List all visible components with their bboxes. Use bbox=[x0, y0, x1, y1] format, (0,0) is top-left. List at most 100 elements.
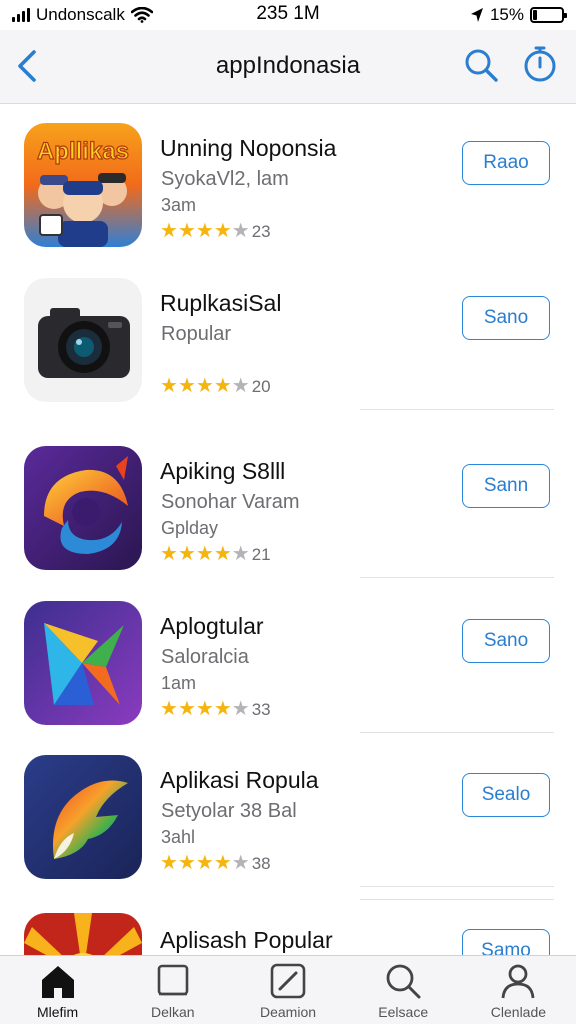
star-filled-icon: ★ bbox=[213, 543, 232, 565]
app-title[interactable]: Unning Noponsia bbox=[160, 135, 336, 162]
star-icons: ★★★★★ bbox=[160, 376, 250, 397]
star-icons: ★★★★★ bbox=[160, 221, 250, 242]
person-icon bbox=[502, 964, 535, 999]
rating-count: 38 bbox=[251, 853, 271, 873]
back-chevron-icon[interactable] bbox=[10, 46, 46, 86]
get-app-button[interactable]: Sano bbox=[462, 619, 550, 663]
navigation-bar: appIndonasia bbox=[0, 30, 576, 104]
app-row[interactable]: Apiking S8lll Sonohar Varam Gplday ★★★★★… bbox=[0, 428, 576, 578]
row-divider bbox=[360, 577, 554, 578]
app-list: Apllikas Unning Noponsia SyokaVl2, lam 3… bbox=[0, 105, 576, 955]
tab-search[interactable]: Eelsace bbox=[346, 956, 461, 1024]
star-filled-icon: ★ bbox=[213, 852, 232, 874]
app-icon-colorful-x[interactable] bbox=[24, 601, 142, 725]
app-title[interactable]: Aplikasi Ropula bbox=[160, 767, 319, 794]
app-subtitle: Ropular bbox=[161, 323, 232, 345]
star-filled-icon: ★ bbox=[195, 220, 214, 242]
star-filled-icon: ★ bbox=[160, 852, 178, 874]
row-divider bbox=[360, 409, 554, 410]
get-app-button[interactable]: Sealo bbox=[462, 773, 550, 817]
star-filled-icon: ★ bbox=[213, 698, 232, 720]
star-filled-icon: ★ bbox=[160, 543, 178, 565]
app-title[interactable]: Aplogtular bbox=[160, 613, 264, 640]
app-meta: Gplday bbox=[161, 518, 219, 538]
edit-icon bbox=[270, 963, 306, 999]
wifi-icon bbox=[130, 7, 153, 23]
tab-edit[interactable]: Deamion bbox=[230, 956, 345, 1024]
app-row[interactable]: RuplkasiSal Ropular ★★★★★ 20 Sano bbox=[0, 260, 576, 410]
rating-count: 33 bbox=[251, 699, 271, 719]
star-filled-icon: ★ bbox=[213, 220, 232, 242]
signal-icon bbox=[12, 8, 30, 22]
battery-level bbox=[533, 10, 538, 20]
location-arrow-icon bbox=[470, 8, 483, 22]
star-filled-icon: ★ bbox=[177, 220, 196, 242]
app-meta: 3am bbox=[161, 195, 197, 215]
app-title[interactable]: Apiking S8lll bbox=[160, 458, 285, 485]
tab-home[interactable]: Mlefim bbox=[0, 956, 115, 1024]
star-empty-icon: ★ bbox=[231, 375, 250, 397]
rating-stars: ★★★★★ 33 bbox=[160, 699, 271, 720]
app-subtitle: SyokaVl2, lam bbox=[161, 168, 289, 190]
app-icon-rainbow-f[interactable] bbox=[24, 755, 142, 879]
star-icons: ★★★★★ bbox=[160, 699, 250, 720]
search-icon[interactable] bbox=[462, 46, 500, 84]
app-subtitle: Saloralcia bbox=[161, 646, 249, 668]
star-filled-icon: ★ bbox=[195, 698, 214, 720]
get-app-button[interactable]: Sano bbox=[462, 296, 550, 340]
tab-saved[interactable]: Delkan bbox=[115, 956, 230, 1024]
search-icon bbox=[386, 964, 421, 999]
stopwatch-icon[interactable] bbox=[522, 44, 558, 84]
star-filled-icon: ★ bbox=[177, 543, 196, 565]
app-icon-sunburst[interactable] bbox=[24, 913, 142, 955]
app-title[interactable]: RuplkasiSal bbox=[160, 290, 281, 317]
star-filled-icon: ★ bbox=[195, 852, 214, 874]
home-icon bbox=[41, 966, 74, 998]
star-empty-icon: ★ bbox=[231, 220, 250, 242]
star-filled-icon: ★ bbox=[160, 220, 178, 242]
app-icon-cartoon-characters[interactable]: Apllikas bbox=[24, 123, 142, 247]
app-subtitle: Sonohar Varam bbox=[161, 491, 300, 513]
star-empty-icon: ★ bbox=[231, 852, 250, 874]
tab-profile[interactable]: Clenlade bbox=[461, 956, 576, 1024]
carrier-name: Undonscalk bbox=[36, 5, 125, 24]
row-divider bbox=[360, 899, 554, 900]
app-subtitle: Setyolar 38 Bal bbox=[161, 800, 297, 822]
tab-label: Eelsace bbox=[378, 1004, 429, 1020]
star-filled-icon: ★ bbox=[177, 375, 196, 397]
tab-bar: Mlefim Delkan Deamion Eelsace Clenlade bbox=[0, 955, 576, 1024]
get-app-button[interactable]: Raao bbox=[462, 141, 550, 185]
battery-percent: 15% bbox=[489, 5, 524, 24]
rating-stars: ★★★★★ 21 bbox=[160, 544, 271, 565]
rating-count: 21 bbox=[251, 544, 271, 564]
bookmark-icon bbox=[157, 964, 189, 996]
app-row[interactable]: Aplikasi Ropula Setyolar 38 Bal 3ahl ★★★… bbox=[0, 737, 576, 887]
star-empty-icon: ★ bbox=[231, 543, 250, 565]
star-filled-icon: ★ bbox=[177, 852, 196, 874]
star-icons: ★★★★★ bbox=[160, 853, 250, 874]
app-row[interactable]: Aplogtular Saloralcia 1am ★★★★★ 33 Sano bbox=[0, 583, 576, 733]
get-app-button[interactable]: Sann bbox=[462, 464, 550, 508]
battery-icon bbox=[530, 7, 567, 23]
app-icon-logo-text: Apllikas bbox=[37, 138, 129, 165]
rating-stars: ★★★★★ 20 bbox=[160, 376, 271, 397]
star-filled-icon: ★ bbox=[160, 698, 178, 720]
tab-label: Mlefim bbox=[36, 1004, 79, 1020]
star-empty-icon: ★ bbox=[231, 698, 250, 720]
row-divider bbox=[360, 886, 554, 887]
app-store-screen: Undonscalk 235 1M 15% appIndonasia Aplli… bbox=[0, 0, 576, 1024]
star-filled-icon: ★ bbox=[195, 375, 214, 397]
app-row[interactable]: Aplisash Popular Samo bbox=[0, 899, 576, 955]
app-icon-fox-swirl[interactable] bbox=[24, 446, 142, 570]
star-filled-icon: ★ bbox=[160, 375, 178, 397]
get-app-button[interactable]: Samo bbox=[462, 929, 550, 955]
star-icons: ★★★★★ bbox=[160, 544, 250, 565]
app-meta: 1am bbox=[161, 673, 197, 693]
star-filled-icon: ★ bbox=[195, 543, 214, 565]
status-right: 15% bbox=[470, 5, 567, 25]
tab-label: Delkan bbox=[151, 1004, 195, 1020]
app-row[interactable]: Apllikas Unning Noponsia SyokaVl2, lam 3… bbox=[0, 105, 576, 255]
app-title[interactable]: Aplisash Popular bbox=[160, 927, 333, 954]
app-icon-camera[interactable] bbox=[24, 278, 142, 402]
row-divider bbox=[360, 732, 554, 733]
